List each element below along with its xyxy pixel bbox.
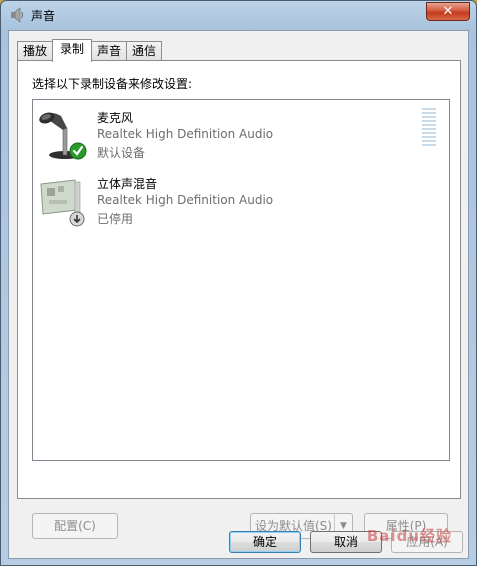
recording-panel: 选择以下录制设备来修改设置: 麦克风 Realtek High Definiti… xyxy=(17,60,461,539)
watermark: Baidu经验 xyxy=(366,527,452,545)
instruction-label: 选择以下录制设备来修改设置: xyxy=(32,77,193,91)
device-name: 立体声混音 xyxy=(97,177,158,191)
sound-dialog: 声音 ✕ 播放 录制 声音 通信 选择以下录制设备来修改设置: 麦克风 Real… xyxy=(0,0,477,566)
list-item-microphone[interactable]: 麦克风 Realtek High Definition Audio 默认设备 xyxy=(37,108,417,170)
speaker-icon xyxy=(11,7,23,23)
dialog-client-area: 播放 录制 声音 通信 选择以下录制设备来修改设置: 麦克风 Realtek H… xyxy=(8,30,469,559)
ok-button[interactable]: 确定 xyxy=(229,531,301,553)
device-driver: Realtek High Definition Audio xyxy=(97,193,274,207)
device-status: 已停用 xyxy=(97,212,134,226)
close-button[interactable]: ✕ xyxy=(426,2,470,21)
level-meter xyxy=(422,108,436,148)
tab-playback[interactable]: 播放 xyxy=(17,41,54,61)
title-bar[interactable]: 声音 ✕ xyxy=(1,1,476,29)
window-title: 声音 xyxy=(31,9,56,23)
microphone-icon xyxy=(39,112,87,160)
close-icon: ✕ xyxy=(442,4,454,19)
tab-sounds[interactable]: 声音 xyxy=(91,41,128,61)
check-badge-icon xyxy=(69,142,87,160)
tab-recording[interactable]: 录制 xyxy=(52,39,93,62)
sound-card-icon xyxy=(40,179,85,227)
list-item-stereo-mix[interactable]: 立体声混音 Realtek High Definition Audio 已停用 xyxy=(37,174,417,236)
tab-strip: 播放 录制 声音 通信 xyxy=(17,39,163,62)
disabled-badge-icon xyxy=(69,211,85,227)
device-driver: Realtek High Definition Audio xyxy=(97,127,274,141)
device-status: 默认设备 xyxy=(97,146,146,160)
device-name: 麦克风 xyxy=(97,111,134,125)
configure-button[interactable]: 配置(C) xyxy=(32,513,118,539)
device-list[interactable]: 麦克风 Realtek High Definition Audio 默认设备 立… xyxy=(32,99,450,461)
tab-communications[interactable]: 通信 xyxy=(126,41,163,61)
